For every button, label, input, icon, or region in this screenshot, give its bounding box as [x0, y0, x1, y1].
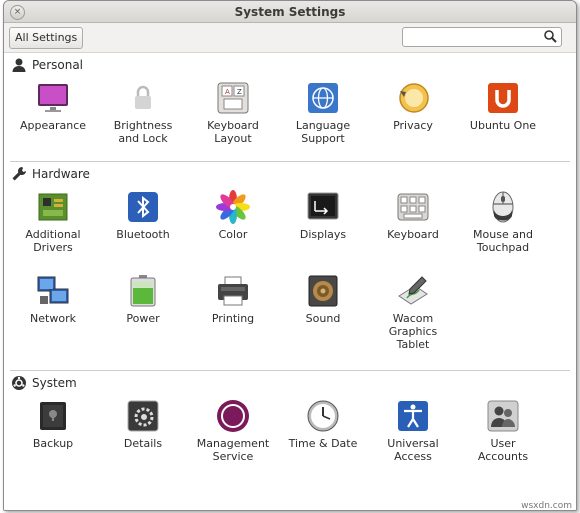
privacy-item[interactable]: Privacy [368, 77, 458, 161]
section-title-hardware: Hardware [32, 167, 90, 181]
svg-text:A: A [225, 88, 230, 96]
chip-icon [38, 193, 68, 221]
color-item[interactable]: Color [188, 186, 278, 270]
bluetooth-item[interactable]: Bluetooth [98, 186, 188, 270]
bluetooth-icon [128, 192, 158, 222]
window-title: System Settings [234, 5, 346, 19]
appearance-item[interactable]: Appearance [8, 77, 98, 161]
mouse-touchpad-item[interactable]: Mouse and Touchpad [458, 186, 548, 270]
mouse-icon [492, 191, 514, 223]
tablet-pen-icon [398, 276, 428, 305]
time-date-item[interactable]: Time & Date [278, 395, 368, 479]
color-flower-icon [216, 190, 250, 224]
users-icon [487, 400, 519, 432]
system-settings-window: × System Settings All Settings Personal … [3, 0, 577, 511]
section-title-system: System [32, 376, 77, 390]
additional-drivers-item[interactable]: Additional Drivers [8, 186, 98, 270]
section-title-personal: Personal [32, 58, 84, 72]
search-icon[interactable] [543, 29, 558, 44]
printer-icon [218, 276, 248, 306]
brightness-lock-item[interactable]: Brightness and Lock [98, 77, 188, 161]
sound-item[interactable]: Sound [278, 270, 368, 354]
power-item[interactable]: Power [98, 270, 188, 354]
display-icon [307, 192, 339, 220]
search-box[interactable] [402, 27, 562, 47]
settings-content: Personal Appearance Brightness and Lock … [4, 53, 576, 510]
network-icon [37, 276, 69, 304]
language-support-item[interactable]: Language Support [278, 77, 368, 161]
network-item[interactable]: Network [8, 270, 98, 354]
safe-icon [40, 402, 66, 430]
language-globe-icon [308, 83, 338, 113]
search-input[interactable] [406, 29, 536, 43]
watermark: wsxdn.com [521, 501, 572, 511]
section-hardware: Hardware Additional Drivers Bluetooth Co… [4, 162, 576, 371]
displays-item[interactable]: Displays [278, 186, 368, 270]
accessibility-icon [398, 401, 428, 431]
toolbar: All Settings [4, 23, 576, 53]
landscape-icon [217, 400, 249, 432]
wacom-tablet-item[interactable]: Wacom Graphics Tablet [368, 270, 458, 354]
ubuntu-one-icon [488, 83, 518, 113]
speaker-icon [308, 275, 338, 307]
universal-access-item[interactable]: Universal Access [368, 395, 458, 479]
clock-icon [307, 400, 339, 432]
svg-text:Z: Z [237, 88, 242, 96]
details-gear-icon [127, 400, 159, 432]
keyboard-layout-item[interactable]: AZ Keyboard Layout [188, 77, 278, 161]
management-service-item[interactable]: Management Service [188, 395, 278, 479]
lock-icon [135, 85, 151, 109]
all-settings-button[interactable]: All Settings [9, 27, 84, 49]
ubuntu-one-item[interactable]: Ubuntu One [458, 77, 548, 161]
close-icon[interactable]: × [10, 5, 25, 20]
printing-item[interactable]: Printing [188, 270, 278, 354]
section-system: System Backup Details Management Service [4, 371, 576, 479]
system-gear-icon [12, 376, 26, 390]
keyboard-icon [397, 193, 429, 221]
keyboard-layout-icon: AZ [217, 82, 249, 114]
section-personal: Personal Appearance Brightness and Lock … [4, 53, 576, 162]
keyboard-item[interactable]: Keyboard [368, 186, 458, 270]
appearance-icon [38, 84, 68, 112]
user-accounts-item[interactable]: User Accounts [458, 395, 548, 479]
wrench-icon [12, 167, 26, 181]
battery-icon [130, 275, 156, 307]
privacy-icon [399, 83, 429, 113]
person-icon [12, 58, 26, 72]
title-bar[interactable]: × System Settings [4, 1, 576, 23]
backup-item[interactable]: Backup [8, 395, 98, 479]
details-item[interactable]: Details [98, 395, 188, 479]
